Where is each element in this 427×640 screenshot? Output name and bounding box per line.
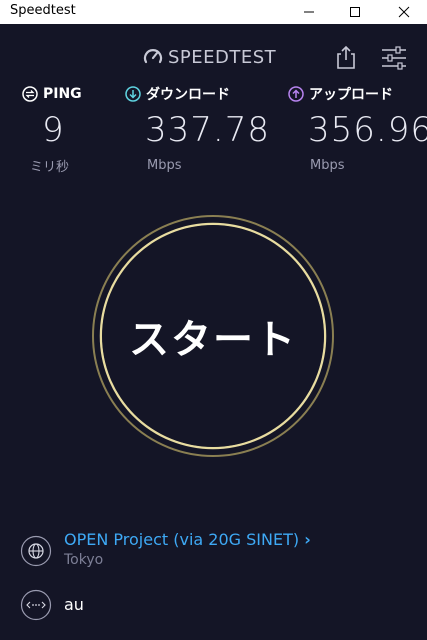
logo-text: SPEEDTEST <box>168 46 277 68</box>
download-header: ダウンロード <box>125 84 230 104</box>
maximize-icon <box>350 7 360 17</box>
download-metric: ダウンロード 337.78 Mbps <box>125 84 269 173</box>
window-titlebar: Speedtest <box>0 0 427 24</box>
download-value: 337.78 <box>145 110 270 150</box>
server-name: OPEN Project (via 20G SINET) <box>64 530 300 549</box>
ping-value: 9 <box>42 110 65 150</box>
share-button[interactable] <box>334 44 358 70</box>
ping-label: PING <box>43 86 82 102</box>
close-icon <box>398 6 410 18</box>
minimize-icon <box>304 11 314 13</box>
isp-name: au <box>64 595 84 614</box>
share-icon <box>337 45 355 69</box>
upload-arrow-icon <box>288 86 304 102</box>
ping-unit: ミリ秒 <box>30 160 70 175</box>
download-label: ダウンロード <box>146 87 230 103</box>
start-label: スタート <box>129 317 297 363</box>
upload-unit: Mbps <box>310 158 345 173</box>
download-arrow-icon <box>125 86 141 102</box>
download-unit: Mbps <box>147 158 182 173</box>
gauge-logo-icon <box>143 49 163 64</box>
minimize-button[interactable] <box>286 0 332 24</box>
connection-icon <box>20 589 52 621</box>
upload-metric: アップロード 356.96 Mbps <box>288 84 427 173</box>
settings-sliders-icon <box>382 46 406 70</box>
isp-info: au <box>20 588 420 622</box>
maximize-button[interactable] <box>332 0 378 24</box>
start-button[interactable]: スタート <box>91 214 335 458</box>
close-button[interactable] <box>381 0 427 24</box>
settings-button[interactable] <box>380 46 408 70</box>
server-name-link[interactable]: OPEN Project (via 20G SINET) › <box>64 530 311 549</box>
ping-metric: PING 9 ミリ秒 <box>22 84 82 175</box>
ping-header: PING <box>22 84 82 104</box>
upload-header: アップロード <box>288 84 393 104</box>
globe-icon <box>20 535 52 567</box>
upload-value: 356.96 <box>308 110 427 150</box>
speedtest-logo: SPEEDTEST <box>142 46 276 68</box>
window-title: Speedtest <box>10 3 76 18</box>
server-location: Tokyo <box>64 552 104 568</box>
chevron-right-icon: › <box>304 530 311 549</box>
ping-icon <box>22 86 38 102</box>
server-selector[interactable]: OPEN Project (via 20G SINET) › Tokyo <box>20 528 420 578</box>
app-main: SPEEDTEST PING 9 ミリ秒 ダウンロード 337.78 Mbps … <box>0 24 427 640</box>
upload-label: アップロード <box>309 87 393 103</box>
